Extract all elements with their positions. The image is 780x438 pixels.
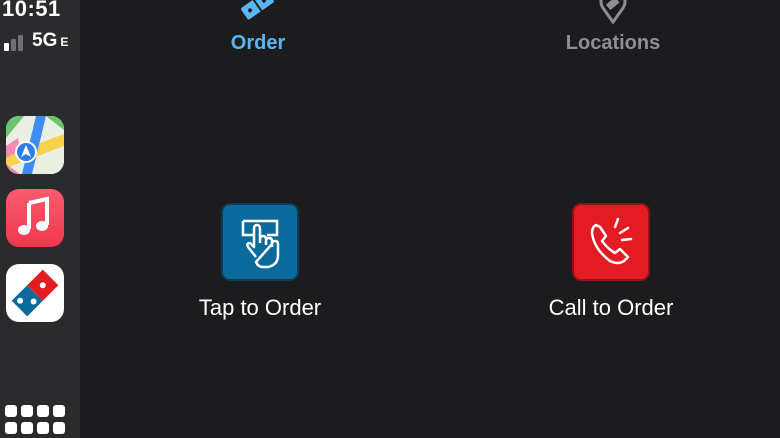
- phone-ringing-icon: [590, 217, 633, 265]
- location-pin-icon: [599, 0, 627, 24]
- tab-order-label: Order: [230, 32, 286, 54]
- maps-icon: [6, 116, 64, 174]
- call-to-order-tile[interactable]: [572, 203, 650, 281]
- network-type: 5G: [32, 30, 58, 51]
- tab-order[interactable]: Order: [208, 0, 308, 60]
- music-app-icon[interactable]: [6, 189, 64, 247]
- maps-app-icon[interactable]: [6, 116, 64, 174]
- tab-locations[interactable]: Locations: [553, 0, 673, 60]
- tap-to-order-label: Tap to Order: [198, 295, 322, 320]
- hand-tap-icon: [241, 219, 280, 269]
- network-suffix: E: [60, 35, 69, 49]
- domino-tile-icon: [241, 0, 274, 20]
- dominos-app-icon[interactable]: [6, 264, 64, 322]
- carplay-dock: 10:51 5G E: [0, 0, 80, 438]
- call-to-order-button[interactable]: Call to Order: [520, 203, 702, 321]
- app-grid-icon[interactable]: [5, 405, 67, 438]
- dominos-icon: [8, 266, 62, 320]
- status-time: 10:51: [2, 0, 61, 21]
- call-to-order-label: Call to Order: [548, 295, 674, 320]
- cellular-signal-icon: [4, 33, 32, 51]
- tap-to-order-button[interactable]: Tap to Order: [170, 203, 350, 321]
- music-icon: [18, 196, 49, 235]
- tab-locations-label: Locations: [565, 32, 661, 54]
- network-indicator: 5G E: [32, 30, 68, 52]
- tap-to-order-tile[interactable]: [221, 203, 299, 281]
